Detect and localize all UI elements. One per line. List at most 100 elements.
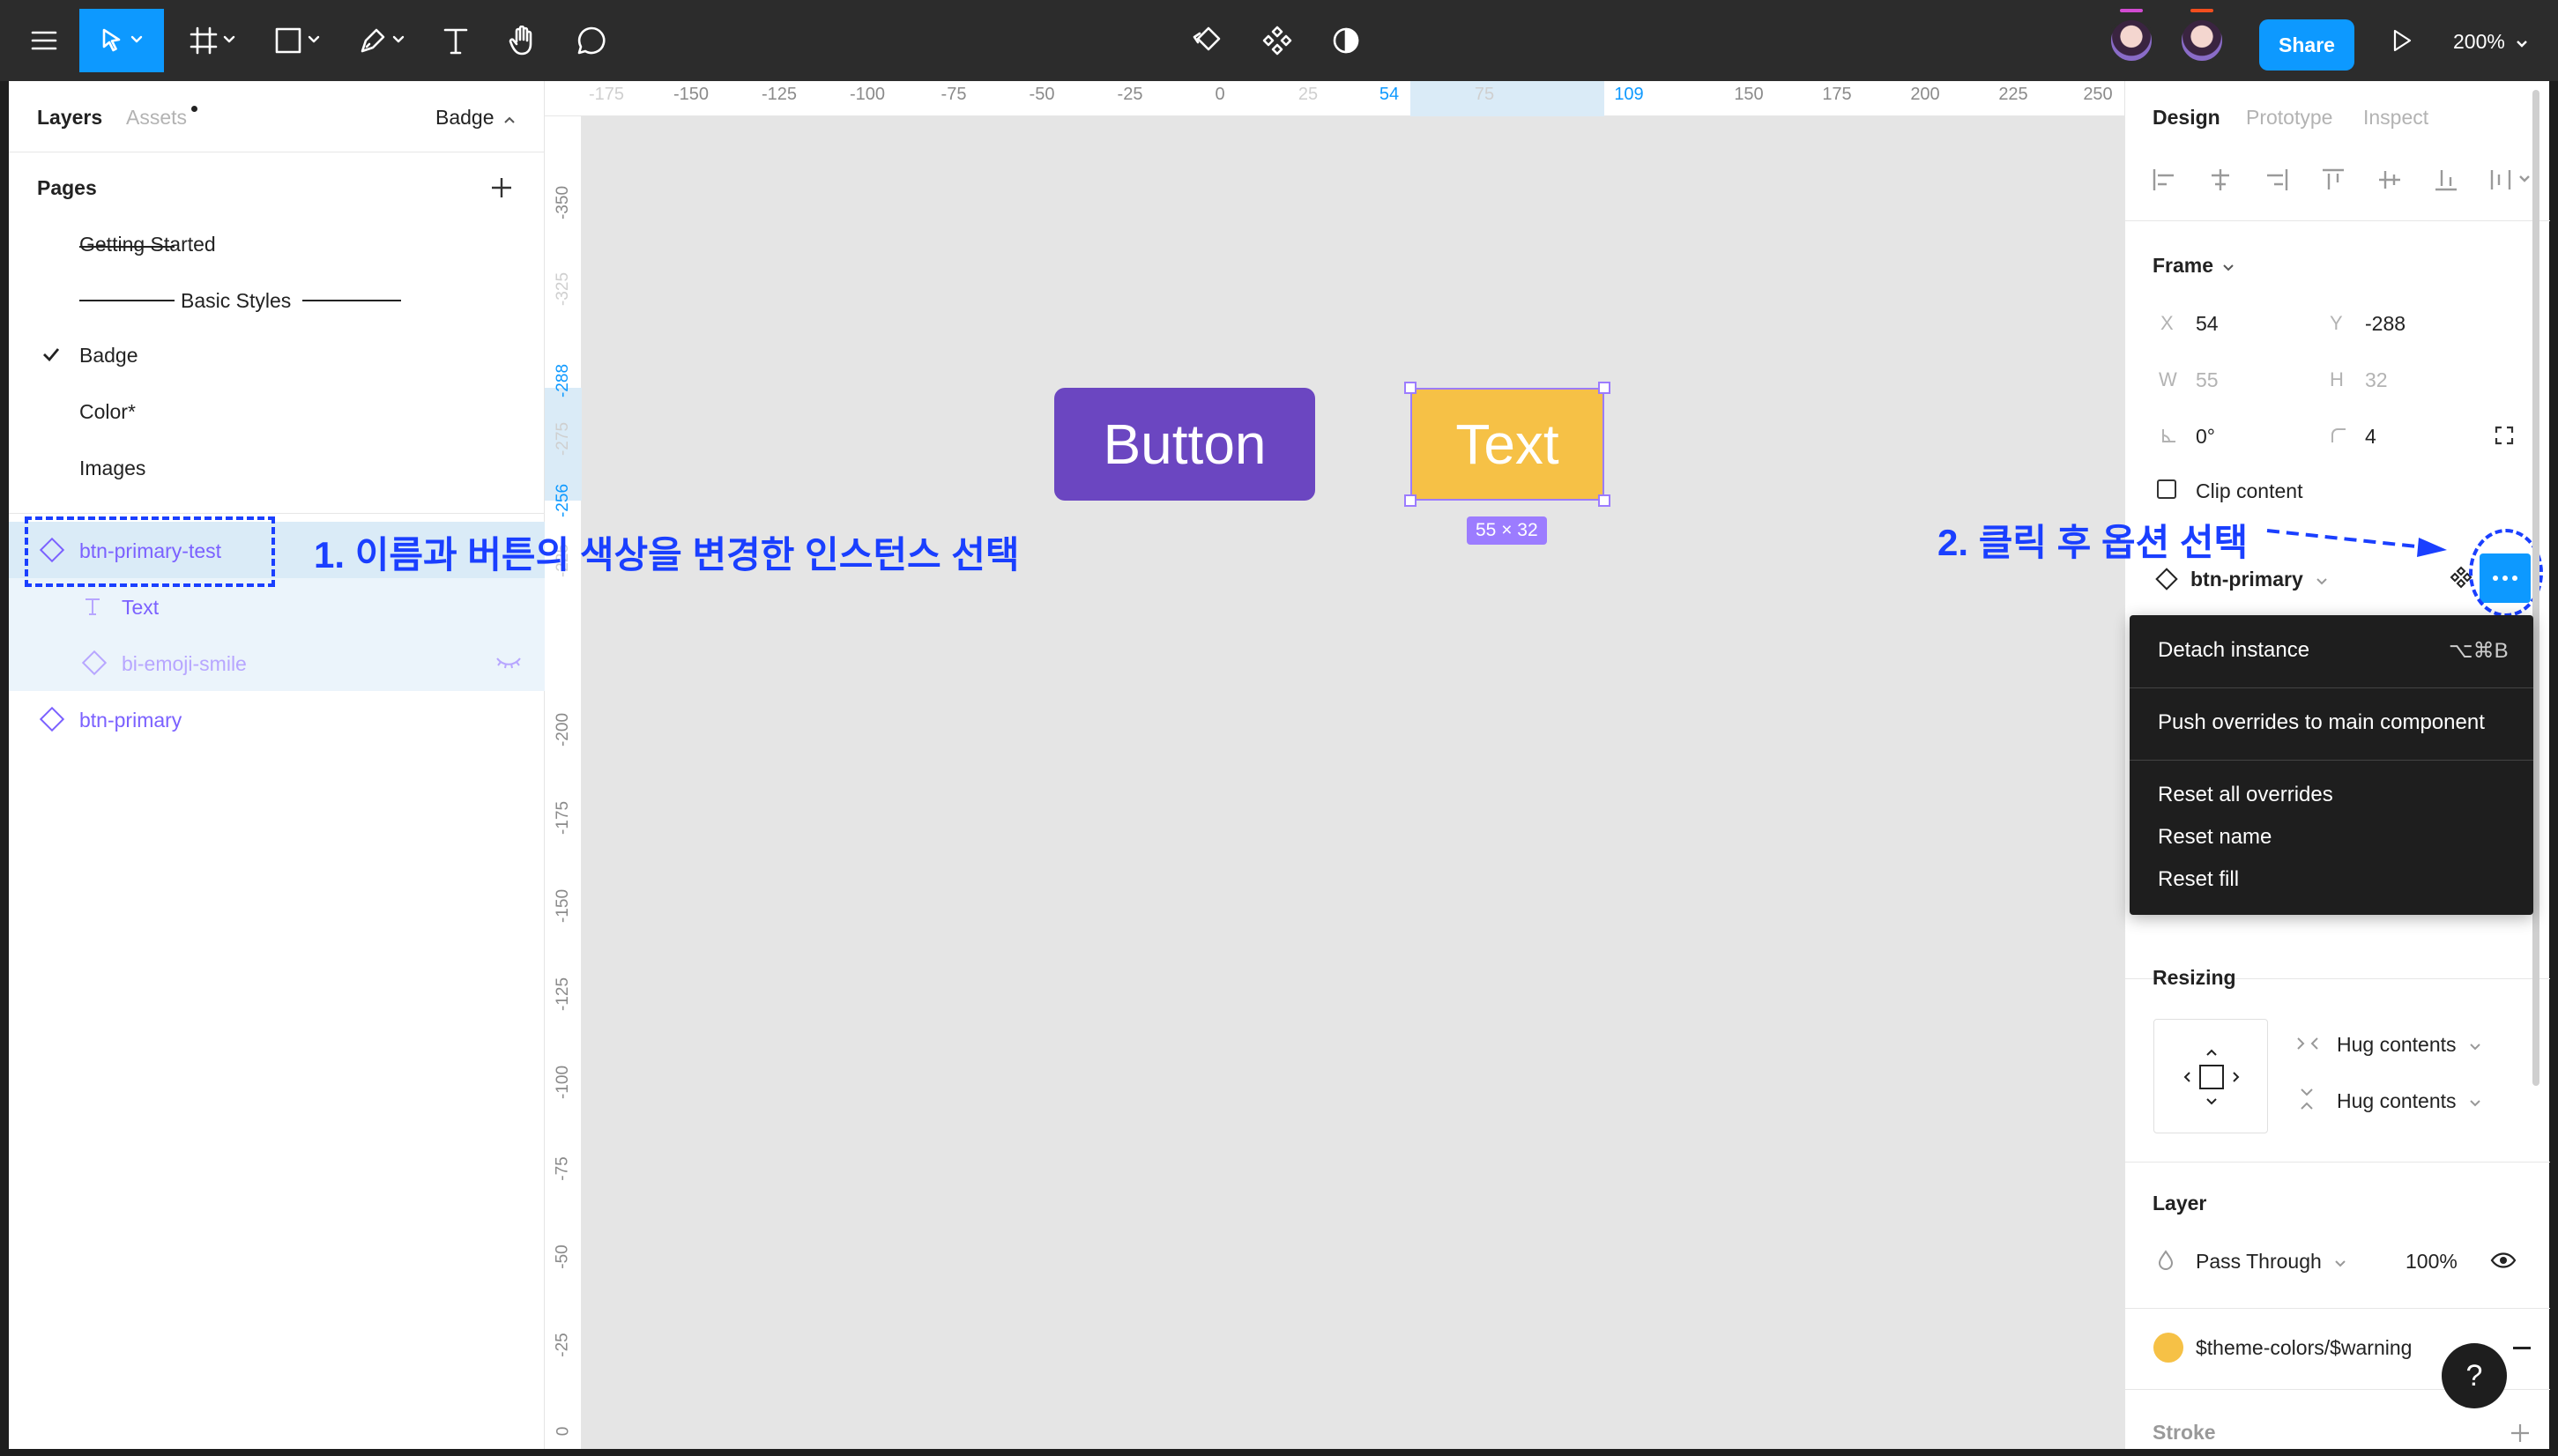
ruler-horizontal: -175 -150 -125 -100 -75 -50 -25 0 25 54 … — [545, 81, 2124, 116]
page-item-basic-styles[interactable]: Basic Styles — [181, 289, 291, 313]
canvas-selected-instance[interactable]: Text — [1410, 388, 1604, 501]
canvas-button-component[interactable]: Button — [1054, 388, 1315, 501]
text-tool-button[interactable] — [435, 9, 476, 72]
align-top-icon[interactable] — [2316, 162, 2351, 197]
ruler-tick: 0 — [1215, 85, 1225, 104]
page-item-getting-started[interactable]: Getting Started — [79, 233, 216, 256]
fill-style-name[interactable]: $theme-colors/$warning — [2196, 1336, 2412, 1360]
hand-tool-button[interactable] — [502, 9, 543, 72]
independent-corners-icon[interactable] — [2494, 425, 2515, 446]
ruler-tick: -75 — [941, 85, 967, 104]
resize-handle[interactable] — [1598, 494, 1610, 507]
tab-inspect[interactable]: Inspect — [2363, 106, 2428, 130]
align-bottom-icon[interactable] — [2428, 162, 2464, 197]
layer-row-btn-primary[interactable]: btn-primary — [9, 691, 545, 747]
y-input[interactable]: -288 — [2365, 312, 2406, 336]
pen-icon — [361, 28, 385, 53]
opacity-input[interactable]: 100% — [2406, 1250, 2458, 1274]
frame-section-label[interactable]: Frame — [2153, 254, 2235, 278]
component-button[interactable] — [1257, 9, 1298, 72]
clip-content-checkbox[interactable] — [2157, 479, 2176, 499]
ruler-tick: 200 — [1910, 85, 1940, 104]
tab-design[interactable]: Design — [2153, 106, 2220, 130]
resize-handle[interactable] — [1404, 494, 1417, 507]
avatar[interactable] — [2108, 18, 2154, 63]
resize-handle[interactable] — [1598, 382, 1610, 394]
layer-row-bi-emoji-smile[interactable]: bi-emoji-smile — [9, 635, 545, 691]
canvas[interactable]: -175 -150 -125 -100 -75 -50 -25 0 25 54 … — [545, 81, 2124, 1449]
menu-item-reset-name[interactable]: Reset name — [2158, 825, 2272, 850]
h-input[interactable]: 32 — [2365, 368, 2388, 392]
menu-item-push-overrides[interactable]: Push overrides to main component — [2158, 710, 2485, 735]
horizontal-resizing-dropdown[interactable]: Hug contents — [2337, 1033, 2481, 1057]
hidden-eye-icon[interactable] — [495, 654, 522, 672]
scrollbar[interactable] — [2532, 90, 2539, 1086]
menu-item-reset-fill[interactable]: Reset fill — [2158, 867, 2239, 892]
horizontal-resizing-value: Hug contents — [2337, 1033, 2457, 1056]
blend-mode-dropdown[interactable]: Pass Through — [2196, 1250, 2346, 1274]
component-instance-icon — [2155, 568, 2178, 591]
add-page-icon[interactable] — [490, 176, 513, 199]
comment-tool-button[interactable] — [571, 9, 612, 72]
resizing-constraint-widget[interactable] — [2153, 1019, 2268, 1133]
rotation-input[interactable]: 0° — [2196, 425, 2215, 449]
instance-name-dropdown[interactable]: btn-primary — [2190, 568, 2328, 591]
pen-tool-button[interactable] — [351, 9, 413, 72]
align-right-icon[interactable] — [2259, 162, 2294, 197]
frame-tool-button[interactable] — [182, 9, 243, 72]
ruler-tick: -125 — [554, 977, 572, 1012]
hug-contents-icon — [2183, 1049, 2240, 1105]
menu-separator — [2130, 687, 2533, 688]
page-item-images[interactable]: Images — [79, 457, 145, 480]
avatar[interactable] — [2179, 18, 2225, 63]
chevron-down-icon — [2316, 578, 2327, 585]
page-item-badge[interactable]: Badge — [79, 344, 138, 368]
pages-header: Pages — [37, 176, 97, 199]
align-center-vertical-icon[interactable] — [2372, 162, 2407, 197]
present-button[interactable] — [2382, 9, 2422, 72]
menu-item-reset-all-overrides[interactable]: Reset all overrides — [2158, 783, 2333, 807]
corner-radius-input[interactable]: 4 — [2365, 425, 2376, 449]
tab-layers[interactable]: Layers — [37, 106, 102, 130]
eye-icon[interactable] — [2490, 1252, 2517, 1269]
vertical-resizing-dropdown[interactable]: Hug contents — [2337, 1089, 2481, 1113]
blend-mode-icon — [2158, 1250, 2174, 1270]
align-left-icon[interactable] — [2146, 162, 2182, 197]
frame-label: Frame — [2153, 254, 2214, 277]
contrast-button[interactable] — [1326, 9, 1366, 72]
divider — [2125, 1162, 2550, 1163]
ruler-tick: -125 — [761, 85, 798, 104]
ruler-tick-selection-end: -256 — [554, 483, 572, 518]
vertical-hug-icon — [2301, 1088, 2313, 1110]
shape-tool-button[interactable] — [266, 9, 328, 72]
ruler-tick: 0 — [553, 1426, 572, 1437]
fill-color-swatch[interactable] — [2153, 1333, 2183, 1363]
comment-icon — [577, 26, 606, 55]
share-button[interactable]: Share — [2259, 19, 2354, 71]
page-item-color[interactable]: Color* — [79, 400, 136, 424]
main-menu-icon[interactable] — [21, 9, 67, 72]
zoom-dropdown[interactable]: 200% — [2453, 30, 2528, 54]
ruler-tick: 250 — [2083, 85, 2113, 104]
tab-prototype[interactable]: Prototype — [2246, 106, 2332, 130]
divider — [9, 513, 545, 514]
instance-name: btn-primary — [2190, 568, 2303, 591]
page-selector-label: Badge — [435, 106, 494, 129]
menu-item-detach-instance[interactable]: Detach instance — [2158, 638, 2309, 663]
move-tool-button[interactable] — [79, 9, 164, 72]
resize-handle[interactable] — [1404, 382, 1417, 394]
w-input[interactable]: 55 — [2196, 368, 2219, 392]
remove-fill-icon[interactable] — [2513, 1347, 2531, 1349]
x-input[interactable]: 54 — [2196, 312, 2219, 336]
frame-icon — [190, 26, 218, 55]
cursor-icon — [102, 28, 121, 52]
ruler-tick: -100 — [849, 85, 886, 104]
chevron-down-icon — [2470, 1100, 2480, 1107]
distribute-menu-icon[interactable] — [2485, 162, 2538, 197]
help-button[interactable]: ? — [2442, 1343, 2507, 1408]
page-selector[interactable]: Badge — [435, 106, 516, 130]
tab-assets[interactable]: Assets — [126, 106, 187, 130]
add-stroke-icon[interactable] — [2510, 1423, 2531, 1444]
align-center-horizontal-icon[interactable] — [2203, 162, 2238, 197]
reset-instance-button[interactable] — [1188, 9, 1229, 72]
